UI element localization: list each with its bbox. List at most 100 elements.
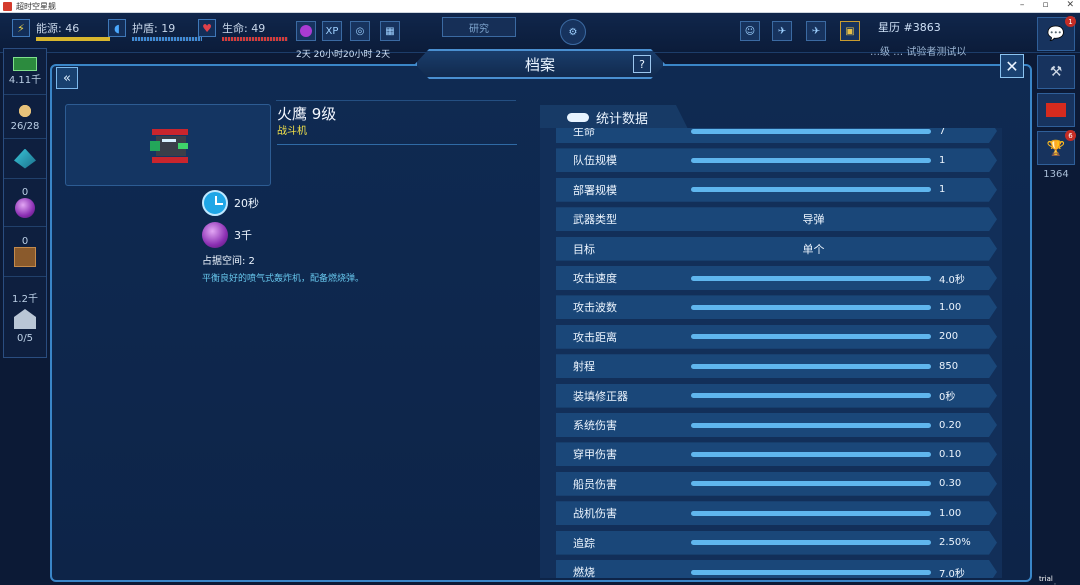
crystal-cell[interactable] — [4, 139, 46, 179]
stat-bar — [691, 452, 931, 457]
right-sidebar: 💬 1 ⚒ 🏆 6 1364 — [1037, 16, 1077, 217]
xp-icon[interactable]: XP — [322, 21, 342, 41]
stat-bar — [691, 393, 931, 398]
energy-stat: ⚡ 能源: 46 — [12, 17, 110, 41]
close-window-button[interactable]: ✕ — [1066, 0, 1074, 10]
app-icon — [3, 1, 12, 11]
stat-value: 7 — [939, 128, 946, 137]
stat-row: 攻击速度 4.0秒 — [556, 266, 997, 290]
cost-row: 3千 — [202, 222, 252, 248]
stat-row: 战机伤害 1.00 — [556, 501, 997, 525]
stat-row: 攻击波数 1.00 — [556, 295, 997, 319]
stat-label: 系统伤害 — [573, 419, 617, 432]
stat-value: 0.30 — [939, 478, 962, 490]
orb-resource-icon[interactable] — [296, 21, 316, 41]
credits-cell[interactable]: 4.11千 — [4, 49, 46, 95]
fighter-icon[interactable]: ✈ — [772, 21, 792, 41]
shield-label: 护盾: 19 — [132, 22, 176, 35]
stat-value: 0.20 — [939, 419, 962, 431]
heart-icon: ♥ — [198, 19, 216, 37]
item-type: 战斗机 — [277, 126, 307, 137]
top-hud: ⚡ 能源: 46 ◖ 护盾: 19 ♥ 生命: 49 XP ◎ ▦ 研究 ⚙ ☺… — [0, 13, 1080, 60]
divider-top — [276, 100, 516, 101]
stat-bar — [691, 276, 931, 281]
stat-value: 1.00 — [939, 301, 962, 313]
back-button[interactable]: « — [56, 67, 78, 89]
stat-value: 2.50% — [939, 537, 971, 549]
cargo-value: 1.2千 — [12, 294, 38, 305]
stat-value: 0.10 — [939, 448, 962, 460]
stat-row: 系统伤害 0.20 — [556, 413, 997, 437]
stat-value: 4.0秒 — [939, 274, 965, 286]
build-time-row: 20秒 — [202, 190, 259, 216]
panel-title: 档案 — [415, 49, 665, 79]
trophy-button[interactable]: 🏆 6 — [1037, 130, 1076, 165]
close-button[interactable]: ✕ — [1000, 54, 1024, 78]
timer-text: 2天 20小时20小时 2天 — [296, 50, 391, 60]
stat-value: 1.00 — [939, 507, 962, 519]
shield-bar — [132, 37, 202, 41]
hangar-cell[interactable]: 1.2千 0/5 — [4, 277, 46, 357]
stat-bar — [691, 364, 931, 369]
flag-button[interactable] — [1037, 93, 1075, 127]
help-button[interactable]: ? — [633, 55, 651, 73]
orb-icon — [15, 198, 35, 218]
money-icon — [13, 57, 37, 71]
divider — [277, 144, 517, 145]
minimize-button[interactable]: – — [1020, 0, 1025, 10]
research-button[interactable]: 研究 — [442, 17, 516, 37]
stat-row: 装填修正器 0秒 — [556, 384, 997, 408]
stat-bar — [691, 305, 931, 310]
map-icon[interactable]: ▦ — [380, 21, 400, 41]
tools-button[interactable]: ⚒ — [1037, 55, 1075, 89]
gear-icon[interactable]: ⚙ — [560, 19, 586, 45]
stat-label: 目标 — [573, 242, 595, 256]
stats-header: 统计数据 — [540, 105, 688, 129]
item-description: 平衡良好的喷气式轰炸机，配备燃烧弹。 — [202, 274, 365, 284]
stat-label: 攻击波数 — [573, 301, 617, 315]
stat-row: 追踪 2.50% — [556, 531, 997, 555]
orb-cell[interactable]: 0 — [4, 179, 46, 227]
stat-bar — [691, 334, 931, 339]
stat-value: 7.0秒 — [939, 568, 965, 578]
window-title: 超时空星舰 — [16, 1, 56, 11]
slots-value: 0/5 — [16, 333, 34, 344]
maximize-button[interactable]: ▫ — [1042, 0, 1048, 10]
stat-row: 船员伤害 0.30 — [556, 472, 997, 496]
crew-icon — [14, 101, 36, 121]
stat-bar — [691, 423, 931, 428]
target-icon[interactable]: ◎ — [350, 21, 370, 41]
crystal-value: 0 — [21, 187, 29, 198]
trophy-badge: 6 — [1065, 130, 1076, 141]
stat-row: 目标 单个 — [556, 237, 997, 261]
stat-label: 队伍规模 — [573, 154, 617, 168]
life-stat: ♥ 生命: 49 — [198, 17, 288, 41]
orb-cost-icon — [202, 222, 228, 248]
stat-value: 单个 — [802, 242, 825, 256]
ship-icon[interactable]: ✈ — [806, 21, 826, 41]
stat-label: 攻击距离 — [573, 330, 617, 344]
stat-label: 武器类型 — [573, 213, 617, 227]
chat-button[interactable]: 💬 1 — [1037, 16, 1076, 51]
fighter-sprite-icon — [150, 129, 188, 163]
item-name: 火鹰 9级 — [277, 105, 337, 123]
lightning-icon: ⚡ — [12, 19, 30, 37]
stat-row: 燃烧 7.0秒 — [556, 560, 997, 578]
stat-label: 船员伤害 — [573, 477, 617, 491]
trial-watermark: trial version — [1039, 575, 1065, 585]
window-titlebar: 超时空星舰 – ▫ ✕ — [0, 0, 1080, 13]
stat-bar — [691, 540, 931, 545]
cargo-cell[interactable]: 0 — [4, 227, 46, 277]
stat-value: 850 — [939, 360, 959, 372]
window-controls: – ▫ ✕ — [1020, 0, 1074, 10]
trophy-value: 1364 — [1043, 169, 1069, 180]
stat-label: 燃烧 — [573, 566, 595, 578]
energy-label: 能源: 46 — [36, 22, 80, 35]
stat-label: 部署规模 — [573, 183, 617, 197]
stats-list[interactable]: 生命 7 队伍规模 1 部署规模 1 武器类型 导弹 目标 单个 攻击速度 4.0秒 攻击波数 1.00 攻… — [540, 128, 1002, 578]
stat-value: 1 — [939, 154, 946, 166]
stat-row: 射程 850 — [556, 354, 997, 378]
chest-icon[interactable]: ▣ — [840, 21, 860, 41]
crew-cell[interactable]: 26/28 — [4, 95, 46, 139]
face-icon[interactable]: ☺ — [740, 21, 760, 41]
